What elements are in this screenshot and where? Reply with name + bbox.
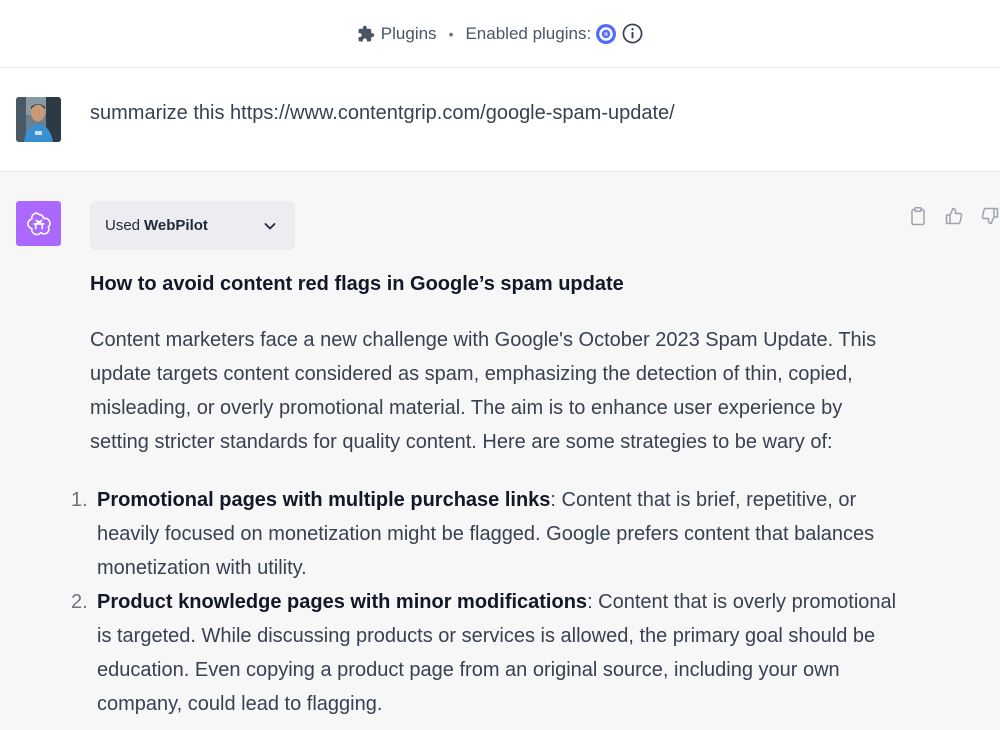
list-item: 1. Promotional pages with multiple purch… <box>71 483 900 585</box>
top-bar: Plugins • Enabled plugins: <box>0 0 1000 68</box>
used-plugin-dropdown[interactable]: Used WebPilot <box>90 201 295 250</box>
strategy-list: 1. Promotional pages with multiple purch… <box>71 483 900 721</box>
webpilot-logo-icon[interactable] <box>596 23 617 44</box>
openai-icon <box>26 211 51 235</box>
chevron-down-icon <box>264 223 276 230</box>
thumbs-down-icon[interactable] <box>980 206 1000 226</box>
used-plugin-prefix: Used <box>105 217 141 234</box>
list-item: 2. Product knowledge pages with minor mo… <box>71 585 900 721</box>
response-heading: How to avoid content red flags in Google… <box>90 273 624 295</box>
clipboard-icon[interactable] <box>908 206 928 226</box>
list-item-number: 2. <box>71 591 88 613</box>
list-item-title: Promotional pages with multiple purchase… <box>97 489 551 511</box>
used-plugin-name: WebPilot <box>144 217 208 234</box>
user-avatar <box>16 97 61 142</box>
message-actions <box>908 206 1000 226</box>
assistant-message-content: How to avoid content red flags in Google… <box>71 269 900 721</box>
separator-dot: • <box>448 25 454 42</box>
enabled-plugins-label: Enabled plugins: <box>465 23 592 43</box>
info-icon[interactable] <box>622 23 643 44</box>
user-message-text: summarize this https://www.contentgrip.c… <box>90 102 675 124</box>
puzzle-icon <box>358 25 375 41</box>
user-message-row: summarize this https://www.contentgrip.c… <box>0 69 1000 172</box>
list-item-number: 1. <box>71 489 88 511</box>
user-avatar-image <box>16 97 61 142</box>
list-item-title: Product knowledge pages with minor modif… <box>97 591 588 613</box>
assistant-message-row: Used WebPilot How to avoid content red f… <box>0 172 1000 730</box>
chatgpt-logo-icon <box>16 201 61 246</box>
response-paragraph: Content marketers face a new challenge w… <box>90 329 877 453</box>
thumbs-up-icon[interactable] <box>944 206 964 226</box>
plugins-label: Plugins <box>380 23 437 43</box>
